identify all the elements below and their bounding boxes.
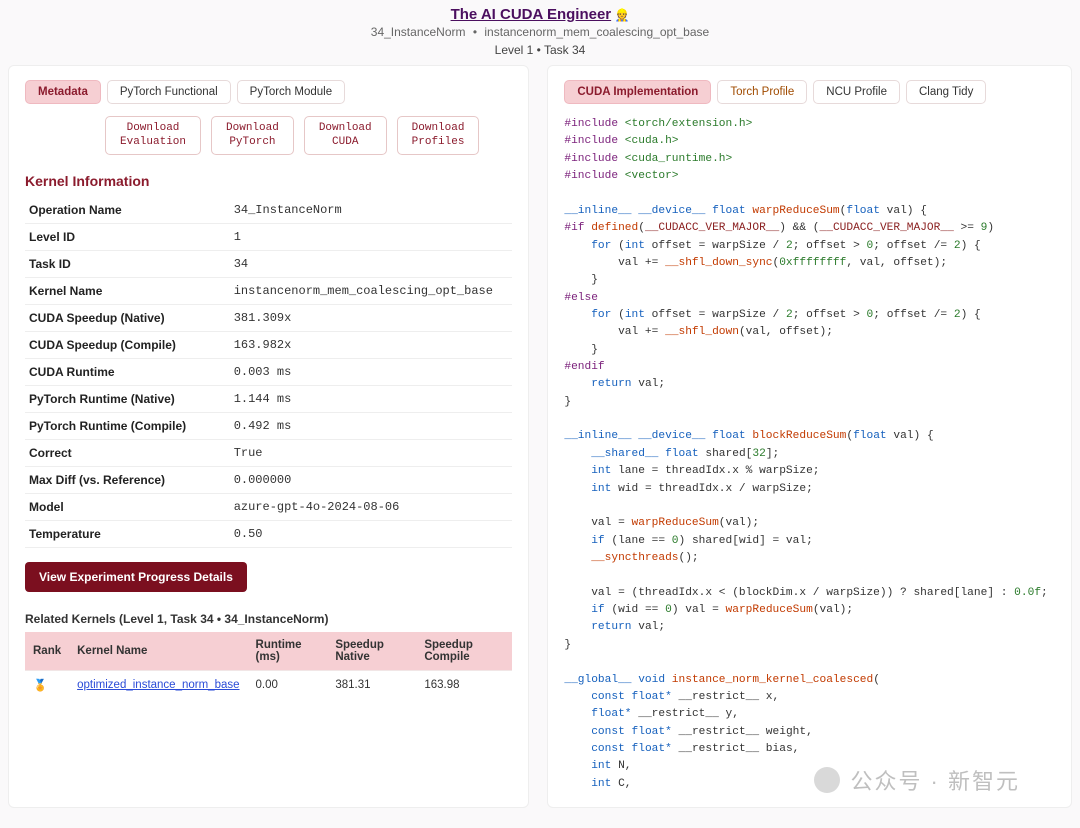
- kv-row: Operation Name34_InstanceNorm: [25, 197, 512, 224]
- breadcrumb: 34_InstanceNorm • instancenorm_mem_coale…: [0, 25, 1080, 39]
- speedup-compile-cell: 163.98: [416, 670, 512, 699]
- right-panel: CUDA ImplementationTorch ProfileNCU Prof…: [547, 65, 1072, 808]
- col-head: Rank: [25, 632, 69, 671]
- breadcrumb-op: 34_InstanceNorm: [371, 25, 466, 39]
- kernel-info-table: Operation Name34_InstanceNormLevel ID1Ta…: [25, 197, 512, 548]
- tab-metadata[interactable]: Metadata: [25, 80, 101, 104]
- kv-value: 1.144 ms: [230, 385, 513, 412]
- kv-key: Max Diff (vs. Reference): [25, 466, 230, 493]
- tab-pytorch_functional[interactable]: PyTorch Functional: [107, 80, 231, 104]
- download-cuda-button[interactable]: DownloadCUDA: [304, 116, 387, 155]
- rank-cell: 🏅: [25, 670, 69, 699]
- kv-key: Temperature: [25, 520, 230, 547]
- speedup-native-cell: 381.31: [327, 670, 416, 699]
- related-kernels-heading: Related Kernels (Level 1, Task 34 • 34_I…: [25, 612, 512, 626]
- tab-clang_tidy[interactable]: Clang Tidy: [906, 80, 986, 104]
- kv-key: PyTorch Runtime (Compile): [25, 412, 230, 439]
- kv-key: CUDA Speedup (Compile): [25, 331, 230, 358]
- kv-row: PyTorch Runtime (Compile)0.492 ms: [25, 412, 512, 439]
- kv-key: Correct: [25, 439, 230, 466]
- kv-key: Model: [25, 493, 230, 520]
- medal-icon: 🏅: [33, 680, 47, 692]
- kv-value: azure-gpt-4o-2024-08-06: [230, 493, 513, 520]
- kernel-name-cell: optimized_instance_norm_base: [69, 670, 247, 699]
- kv-row: Kernel Nameinstancenorm_mem_coalescing_o…: [25, 277, 512, 304]
- table-row: 🏅 optimized_instance_norm_base 0.00381.311…: [25, 670, 512, 699]
- kv-value: 0.492 ms: [230, 412, 513, 439]
- kv-value: 381.309x: [230, 304, 513, 331]
- kv-row: PyTorch Runtime (Native)1.144 ms: [25, 385, 512, 412]
- related-kernels-table: RankKernel NameRuntime (ms)Speedup Nativ…: [25, 632, 512, 699]
- tab-ncu_profile[interactable]: NCU Profile: [813, 80, 900, 104]
- col-head: Speedup Compile: [416, 632, 512, 671]
- tab-cuda_impl[interactable]: CUDA Implementation: [564, 80, 711, 104]
- kv-key: Level ID: [25, 223, 230, 250]
- kv-value: 0.003 ms: [230, 358, 513, 385]
- kv-value: True: [230, 439, 513, 466]
- kv-value: instancenorm_mem_coalescing_opt_base: [230, 277, 513, 304]
- breadcrumb-kernel: instancenorm_mem_coalescing_opt_base: [484, 25, 709, 39]
- kernel-link[interactable]: optimized_instance_norm_base: [77, 679, 239, 691]
- kv-value: 34_InstanceNorm: [230, 197, 513, 224]
- kv-key: CUDA Runtime: [25, 358, 230, 385]
- kernel-info-heading: Kernel Information: [25, 173, 512, 189]
- kv-key: Kernel Name: [25, 277, 230, 304]
- tab-pytorch_module[interactable]: PyTorch Module: [237, 80, 345, 104]
- kv-value: 34: [230, 250, 513, 277]
- download-profiles-button[interactable]: DownloadProfiles: [397, 116, 480, 155]
- left-panel: MetadataPyTorch FunctionalPyTorch Module…: [8, 65, 529, 808]
- download-buttons: DownloadEvaluation DownloadPyTorch Downloa…: [105, 116, 512, 155]
- kv-value: 163.982x: [230, 331, 513, 358]
- kv-key: Operation Name: [25, 197, 230, 224]
- kv-key: CUDA Speedup (Native): [25, 304, 230, 331]
- kv-row: Task ID34: [25, 250, 512, 277]
- kv-row: Max Diff (vs. Reference)0.000000: [25, 466, 512, 493]
- download-pytorch-button[interactable]: DownloadPyTorch: [211, 116, 294, 155]
- kv-row: Modelazure-gpt-4o-2024-08-06: [25, 493, 512, 520]
- kv-value: 0.50: [230, 520, 513, 547]
- col-head: Runtime (ms): [248, 632, 328, 671]
- kv-row: CUDA Speedup (Compile)163.982x: [25, 331, 512, 358]
- kv-key: PyTorch Runtime (Native): [25, 385, 230, 412]
- kv-row: Temperature0.50: [25, 520, 512, 547]
- download-evaluation-button[interactable]: DownloadEvaluation: [105, 116, 201, 155]
- col-head: Speedup Native: [327, 632, 416, 671]
- kv-value: 0.000000: [230, 466, 513, 493]
- runtime-cell: 0.00: [248, 670, 328, 699]
- page-header: The AI CUDA Engineer 👷 34_InstanceNorm •…: [0, 0, 1080, 65]
- kv-row: CorrectTrue: [25, 439, 512, 466]
- right-tabs: CUDA ImplementationTorch ProfileNCU Prof…: [564, 80, 1055, 104]
- kv-row: CUDA Speedup (Native)381.309x: [25, 304, 512, 331]
- cuda-source-code: #include <torch/extension.h> #include <c…: [564, 116, 1055, 793]
- tab-torch_profile[interactable]: Torch Profile: [717, 80, 807, 104]
- view-progress-button[interactable]: View Experiment Progress Details: [25, 562, 247, 592]
- engineer-icon: 👷: [614, 8, 629, 22]
- col-head: Kernel Name: [69, 632, 247, 671]
- level-task-line: Level 1 • Task 34: [0, 43, 1080, 57]
- kv-value: 1: [230, 223, 513, 250]
- kv-key: Task ID: [25, 250, 230, 277]
- related-kernels-head: RankKernel NameRuntime (ms)Speedup Nativ…: [25, 632, 512, 671]
- kv-row: Level ID1: [25, 223, 512, 250]
- kv-row: CUDA Runtime0.003 ms: [25, 358, 512, 385]
- app-title[interactable]: The AI CUDA Engineer: [451, 6, 612, 23]
- left-tabs: MetadataPyTorch FunctionalPyTorch Module: [25, 80, 512, 104]
